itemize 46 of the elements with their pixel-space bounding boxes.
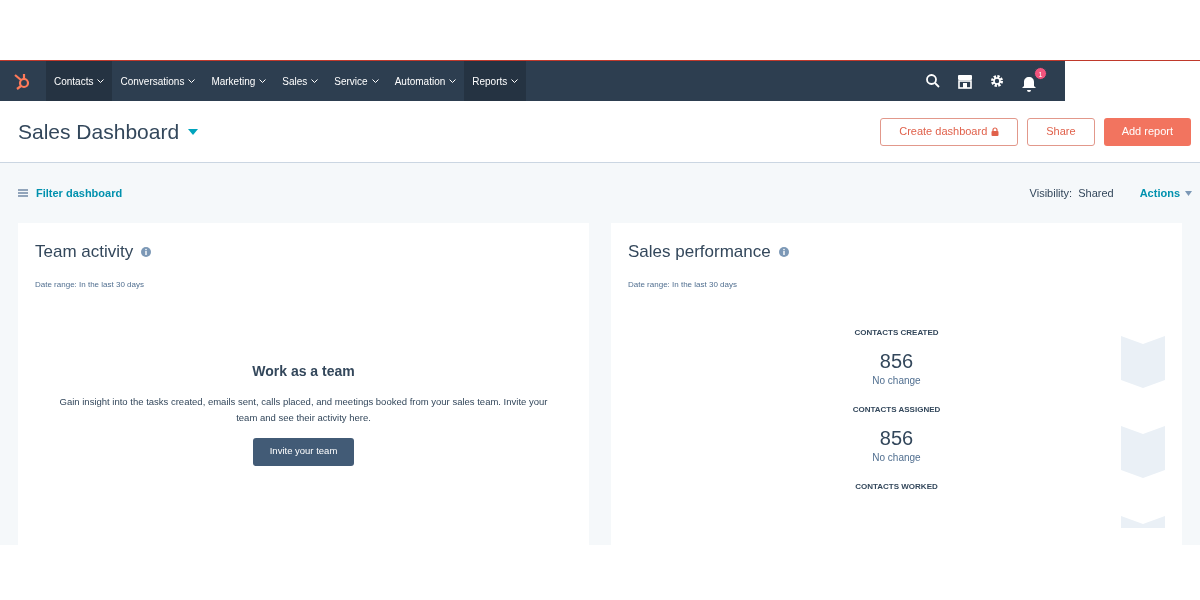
dashboard-title[interactable]: Sales Dashboard — [18, 115, 180, 148]
chevron-down-icon — [259, 78, 267, 84]
empty-state-title: Work as a team — [252, 361, 355, 381]
actions-dropdown[interactable]: Actions — [1139, 184, 1180, 202]
metric-label: CONTACTS WORKED — [855, 480, 938, 493]
filter-sliders-icon[interactable] — [18, 188, 28, 198]
nav-menu-item[interactable]: Automation — [386, 61, 465, 101]
info-icon[interactable] — [141, 246, 152, 257]
settings-icon[interactable] — [989, 73, 1005, 89]
card-title: Team activity — [35, 241, 134, 263]
empty-state-text: Gain insight into the tasks created, emails sent, calls placed, and meetings booked from your sales team. Invite your team and see their activity here. — [58, 394, 549, 425]
chevron-down-icon — [97, 78, 105, 84]
chevron-down-icon — [311, 78, 319, 84]
sprocket-logo-icon[interactable] — [12, 71, 32, 91]
metric-label: CONTACTS CREATED — [854, 326, 939, 339]
metric-value: 856 — [879, 425, 914, 450]
nav-menu-item[interactable]: Service — [326, 61, 387, 101]
nav-menu-item[interactable]: Contacts — [46, 61, 113, 101]
lock-icon — [991, 127, 1000, 136]
date-range-text: Date range: In the last 30 days — [35, 278, 144, 291]
storefront-icon[interactable] — [957, 73, 973, 89]
chevron-down-icon — [449, 78, 457, 84]
search-icon[interactable] — [925, 73, 941, 89]
nav-menu-item[interactable]: Conversations — [112, 61, 204, 101]
info-icon[interactable] — [778, 246, 789, 257]
invite-team-button[interactable]: Invite your team — [252, 437, 355, 466]
create-dashboard-button[interactable]: Create dashboard — [880, 117, 1019, 146]
share-button[interactable]: Share — [1027, 117, 1095, 146]
caret-icon[interactable] — [1185, 190, 1192, 196]
metric-change-text: No change — [872, 373, 921, 388]
chevron-down-icon — [371, 78, 379, 84]
chevron-down-icon — [511, 78, 519, 84]
visibility-label: Visibility: — [1029, 185, 1073, 201]
card-title: Sales performance — [628, 241, 771, 263]
metric-change-text: No change — [872, 450, 921, 465]
chevron-down-icon — [188, 78, 196, 84]
visibility-value: Shared — [1078, 185, 1114, 201]
nav-menu-item[interactable]: Sales — [274, 61, 327, 101]
date-range-text: Date range: In the last 30 days — [628, 278, 737, 291]
metric-label: CONTACTS ASSIGNED — [852, 403, 941, 416]
caret-icon[interactable] — [187, 127, 200, 136]
nav-menu-item[interactable]: Reports — [464, 61, 527, 101]
filter-dashboard-link[interactable]: Filter dashboard — [36, 184, 123, 202]
nav-menu-item[interactable]: Marketing — [203, 61, 275, 101]
metric-value: 856 — [879, 348, 914, 373]
bell-icon — [1021, 76, 1037, 92]
